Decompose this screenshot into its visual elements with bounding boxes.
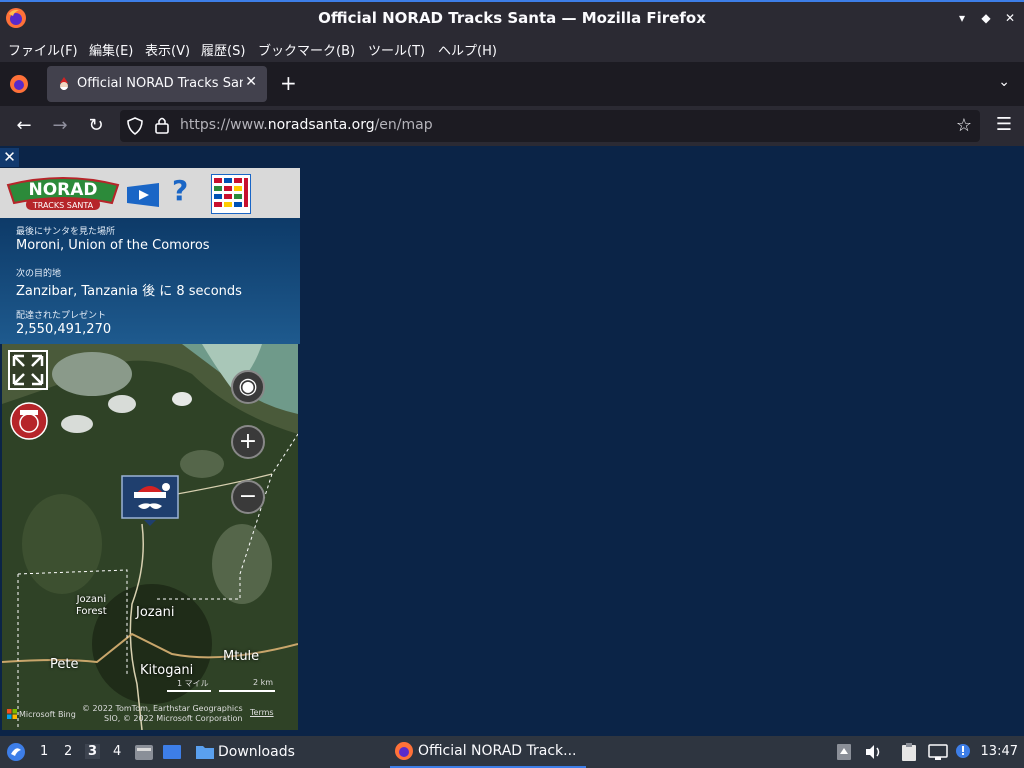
santa-marker-icon[interactable] <box>120 474 180 526</box>
show-desktop-icon[interactable] <box>162 743 182 761</box>
reload-icon[interactable]: ↻ <box>84 114 108 138</box>
map-label-mtule: Mtule <box>223 649 260 664</box>
bing-label: Microsoft Bing <box>19 710 76 719</box>
next-destination-label: 次の目的地 <box>16 269 62 279</box>
santa-map[interactable]: ◉ + − Jozani Forest Jozani Pete Kitogani… <box>2 344 298 730</box>
clipboard-icon[interactable] <box>900 742 918 762</box>
taskbar: 1 2 3 4 Downloads Official NORAD Track..… <box>0 736 1024 768</box>
menu-file[interactable]: ファイル(F) <box>8 40 78 59</box>
update-notifier-icon[interactable] <box>954 742 972 760</box>
workspace-3[interactable]: 3 <box>85 744 101 759</box>
app-menu-icon[interactable] <box>6 742 26 762</box>
back-icon[interactable]: ← <box>12 114 36 138</box>
zoom-in-button[interactable]: + <box>231 425 265 459</box>
santa-favicon-icon <box>60 77 68 90</box>
map-copyright-2: SIO, © 2022 Microsoft Corporation <box>104 714 243 723</box>
network-icon[interactable] <box>928 743 948 761</box>
map-label-jozani: Jozani <box>136 605 175 620</box>
close-window-button[interactable]: ✕ <box>1002 10 1018 26</box>
menu-bookmarks[interactable]: ブックマーク(B) <box>258 40 355 59</box>
url-bar[interactable]: https://www.noradsanta.org/en/map ☆ <box>120 110 980 142</box>
svg-text:NORAD: NORAD <box>28 180 97 200</box>
url-text[interactable]: https://www.noradsanta.org/en/map <box>180 117 433 133</box>
window-titlebar: Official NORAD Tracks Santa — Mozilla Fi… <box>0 0 1024 34</box>
window-title: Official NORAD Tracks Santa — Mozilla Fi… <box>318 9 706 27</box>
downloads-launcher[interactable]: Downloads <box>218 744 295 760</box>
firefox-view-icon[interactable] <box>8 73 30 95</box>
menu-history[interactable]: 履歴(S) <box>201 40 245 59</box>
help-icon[interactable]: ? <box>172 174 188 207</box>
restore-button[interactable]: ◆ <box>978 10 994 26</box>
tab-label: Official NORAD Tracks Santa <box>77 76 243 91</box>
workspace-2[interactable]: 2 <box>64 744 72 759</box>
url-domain: noradsanta.org <box>267 117 375 133</box>
page-content: ✕ NORAD TRACKS SANTA ? 最後にサンタを見た場所 Moron… <box>0 146 1024 736</box>
folder-icon <box>196 746 214 759</box>
minimize-button[interactable]: ▾ <box>954 10 970 26</box>
tab-close-icon[interactable]: ✕ <box>245 74 257 90</box>
microsoft-logo-icon <box>7 709 17 719</box>
hamburger-menu-icon[interactable]: ☰ <box>996 114 1012 135</box>
url-path: /en/map <box>374 117 433 133</box>
map-label-kitogani: Kitogani <box>140 663 194 678</box>
language-flags-icon[interactable] <box>211 174 251 214</box>
volume-icon[interactable] <box>864 743 882 761</box>
expand-icon <box>12 354 44 386</box>
panel-header: NORAD TRACKS SANTA ? <box>0 168 300 218</box>
locate-santa-button[interactable]: ◉ <box>231 370 265 404</box>
norad-emblem-icon[interactable] <box>10 402 48 440</box>
santa-status: 最後にサンタを見た場所 Moroni, Union of the Comoros… <box>0 218 300 344</box>
menubar: ファイル(F) 編集(E) 表示(V) 履歴(S) ブックマーク(B) ツール(… <box>0 34 1024 62</box>
keyboard-layout-icon[interactable] <box>836 743 852 761</box>
scale-km: 2 km <box>253 678 274 687</box>
last-seen-value: Moroni, Union of the Comoros <box>16 238 210 253</box>
fullscreen-button[interactable] <box>8 350 48 390</box>
menu-tools[interactable]: ツール(T) <box>368 40 425 59</box>
file-manager-icon[interactable] <box>134 743 154 761</box>
map-label-pete: Pete <box>50 657 79 672</box>
scale-miles: 1 マイル <box>177 679 209 688</box>
clock[interactable]: 13:47 <box>981 744 1018 759</box>
map-terms-link[interactable]: Terms <box>250 708 274 717</box>
task-label: Official NORAD Track... <box>418 743 577 759</box>
list-all-tabs-icon[interactable]: ⌄ <box>998 74 1010 90</box>
presents-label: 配達されたプレゼント <box>16 311 107 321</box>
menu-help[interactable]: ヘルプ(H) <box>438 40 497 59</box>
navigation-toolbar: ← → ↻ https://www.noradsanta.org/en/map … <box>0 106 1024 146</box>
map-label-jozani-forest: Jozani Forest <box>76 594 107 617</box>
tracking-protection-icon[interactable] <box>126 117 144 135</box>
workspace-4[interactable]: 4 <box>113 744 121 759</box>
norad-tracks-santa-logo[interactable]: NORAD TRACKS SANTA <box>4 171 122 213</box>
map-scale-bar: 1 マイル 2 km <box>167 678 277 694</box>
presents-value: 2,550,491,270 <box>16 322 112 337</box>
forward-icon[interactable]: → <box>48 114 72 138</box>
map-copyright-1: © 2022 TomTom, Earthstar Geographics <box>82 704 243 713</box>
video-icon[interactable] <box>125 183 161 207</box>
workspace-1[interactable]: 1 <box>40 744 48 759</box>
zoom-out-button[interactable]: − <box>231 480 265 514</box>
new-tab-button[interactable]: + <box>280 71 297 95</box>
firefox-icon <box>395 742 413 760</box>
menu-edit[interactable]: 編集(E) <box>89 40 133 59</box>
tab-norad[interactable]: Official NORAD Tracks Santa ✕ <box>47 66 267 102</box>
url-prefix: https://www. <box>180 117 268 133</box>
last-seen-label: 最後にサンタを見た場所 <box>16 227 116 237</box>
tabbar: Official NORAD Tracks Santa ✕ + ⌄ <box>0 62 1024 106</box>
menu-view[interactable]: 表示(V) <box>145 40 190 59</box>
tracker-panel: NORAD TRACKS SANTA ? 最後にサンタを見た場所 Moroni,… <box>0 168 300 730</box>
taskbar-firefox-window[interactable]: Official NORAD Track... <box>390 736 586 768</box>
svg-text:TRACKS SANTA: TRACKS SANTA <box>32 201 94 210</box>
next-destination-value: Zanzibar, Tanzania 後 に 8 seconds <box>16 284 242 299</box>
close-panel-button[interactable]: ✕ <box>0 148 19 167</box>
lock-icon[interactable] <box>154 116 170 134</box>
bookmark-star-icon[interactable]: ☆ <box>956 115 972 136</box>
